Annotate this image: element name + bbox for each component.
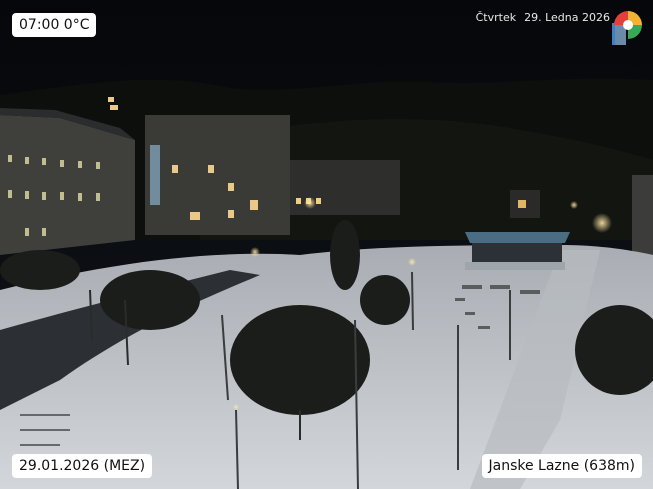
date-header: Čtvrtek 29. Ledna 2026	[468, 11, 610, 24]
pavilion	[465, 232, 570, 270]
weekday-label: Čtvrtek	[475, 11, 517, 24]
logo-center-dot	[623, 20, 633, 30]
webcam-image: 07:00 0°C Čtvrtek 29. Ledna 2026 29.01.20…	[0, 0, 653, 489]
location-label: Janske Lazne (638m)	[481, 454, 642, 478]
left-building	[0, 108, 135, 255]
long-date-label: 29. Ledna 2026	[524, 11, 610, 24]
webcam-brand-logo	[612, 11, 642, 45]
date-stamp-label: 29.01.2026 (MEZ)	[12, 454, 153, 478]
time-temperature-label: 07:00 0°C	[12, 13, 97, 37]
webcam-scene	[0, 0, 653, 489]
